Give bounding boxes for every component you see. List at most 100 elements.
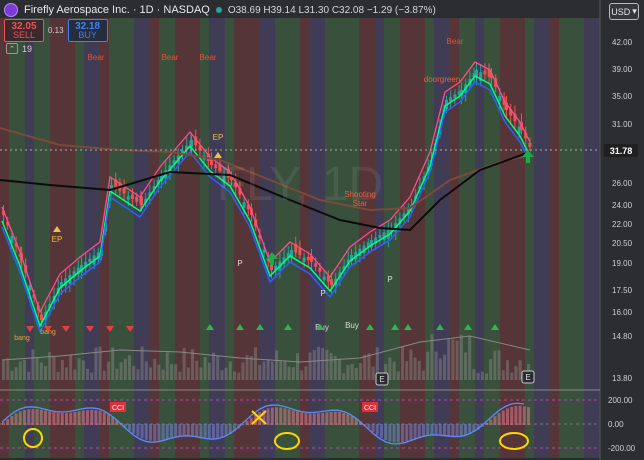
cci-histogram-bar xyxy=(321,412,325,425)
volume-bar xyxy=(291,367,295,380)
trend-band xyxy=(225,18,234,458)
trend-band xyxy=(284,18,300,458)
cci-histogram-bar xyxy=(77,411,81,425)
sell-button[interactable]: 32.05 SELL xyxy=(4,19,44,42)
cci-histogram-bar xyxy=(6,419,10,425)
volume-bar xyxy=(111,347,115,380)
volume-bar xyxy=(451,339,455,380)
cci-histogram-bar xyxy=(455,424,459,437)
volume-bar xyxy=(178,371,182,380)
candle-body xyxy=(122,187,126,194)
volume-bar xyxy=(10,370,14,380)
earnings-label: E xyxy=(379,375,384,384)
trend-band xyxy=(75,18,84,458)
volume-bar xyxy=(388,357,392,380)
volume-bar xyxy=(77,358,81,380)
bear-label: Bear xyxy=(88,53,105,62)
trend-band xyxy=(125,18,134,458)
cci-histogram-bar xyxy=(464,424,467,436)
cci-histogram-bar xyxy=(451,424,455,436)
cci-histogram-bar xyxy=(329,411,333,425)
cci-histogram-bar xyxy=(506,408,509,425)
volume-bar xyxy=(426,351,430,380)
cci-histogram-bar xyxy=(48,411,52,425)
cci-histogram-bar xyxy=(102,412,106,425)
cci-histogram-bar xyxy=(174,424,178,438)
volume-bar xyxy=(489,358,493,380)
cci-histogram-bar xyxy=(18,411,22,425)
volume-bar xyxy=(354,367,358,380)
volume-bar xyxy=(90,372,94,380)
cci-histogram-bar xyxy=(107,414,110,425)
cci-histogram-bar xyxy=(2,422,5,425)
volume-bar xyxy=(287,366,291,380)
volume-bar xyxy=(65,367,68,380)
cci-histogram-bar xyxy=(312,413,316,425)
cci-histogram-bar xyxy=(426,424,430,436)
volume-bar xyxy=(56,371,60,380)
bear-label: Bear xyxy=(162,53,179,62)
bear-label: Bear xyxy=(447,37,464,46)
candle-body xyxy=(140,196,143,205)
volume-bar xyxy=(35,357,39,380)
trend-band xyxy=(409,18,425,458)
buy-button[interactable]: 32.18 BUY xyxy=(67,19,108,42)
volume-bar xyxy=(417,360,421,380)
volume-bar xyxy=(216,355,220,380)
volume-bar xyxy=(115,368,119,380)
cci-histogram-bar xyxy=(447,424,451,436)
chevron-down-icon: ▾ xyxy=(632,6,637,16)
volume-bar xyxy=(459,334,463,380)
volume-bar xyxy=(237,372,241,380)
cci-histogram-bar xyxy=(153,424,157,441)
volume-bar xyxy=(501,369,505,380)
cci-histogram-bar xyxy=(518,405,522,425)
symbol-title[interactable]: Firefly Aerospace Inc. · 1D · NASDAQ xyxy=(24,4,210,16)
cci-histogram-bar xyxy=(489,419,493,425)
volume-bar xyxy=(443,354,446,380)
volume-bar xyxy=(220,370,224,380)
trend-band xyxy=(100,18,109,458)
volume-indicator-legend[interactable]: ⌃ 19 xyxy=(6,43,32,54)
volume-bar xyxy=(157,364,161,380)
price-chart[interactable]: 41.0042.0039.0035.0031.0028.0026.0024.00… xyxy=(0,0,644,460)
currency-dropdown[interactable]: USD ▾ xyxy=(609,3,639,20)
cci-histogram-bar xyxy=(493,416,497,425)
cci-histogram-bar xyxy=(52,412,56,425)
volume-bar xyxy=(149,367,152,380)
cci-histogram-bar xyxy=(157,424,161,441)
collapse-icon[interactable]: ⌃ xyxy=(6,43,18,54)
chart-window: 41.0042.0039.0035.0031.0028.0026.0024.00… xyxy=(0,0,644,460)
volume-bar xyxy=(6,358,10,380)
volume-bar xyxy=(144,361,148,380)
trend-band xyxy=(300,18,309,458)
doorgreen-label: doorgreen xyxy=(424,75,460,84)
price-axis-label: 42.00 xyxy=(612,38,633,47)
volume-bar xyxy=(254,347,257,380)
cci-histogram-bar xyxy=(73,412,77,425)
trend-band xyxy=(325,18,334,458)
price-axis-label: 13.80 xyxy=(612,374,633,383)
volume-bar xyxy=(170,364,173,380)
volume-bar xyxy=(409,349,413,380)
volume-bar xyxy=(186,367,190,380)
cci-histogram-bar xyxy=(409,424,413,441)
shooting-star-label: Shooting xyxy=(344,190,376,199)
ep-label: EP xyxy=(52,235,63,244)
cci-histogram-bar xyxy=(510,406,514,425)
trend-band xyxy=(434,18,450,458)
volume-bar xyxy=(69,355,73,380)
candle-body xyxy=(302,257,306,263)
cci-histogram-bar xyxy=(333,411,337,425)
cci-histogram-bar xyxy=(308,413,312,425)
trend-band xyxy=(425,18,434,458)
volume-bar xyxy=(363,354,367,380)
cci-histogram-bar xyxy=(140,424,144,439)
volume-bar xyxy=(23,359,26,380)
cci-histogram-bar xyxy=(186,424,190,436)
sell-label: SELL xyxy=(12,29,36,40)
volume-bar xyxy=(438,358,442,380)
cci-histogram-bar xyxy=(94,410,98,425)
cci-histogram-bar xyxy=(69,412,73,425)
volume-bar xyxy=(506,360,509,380)
